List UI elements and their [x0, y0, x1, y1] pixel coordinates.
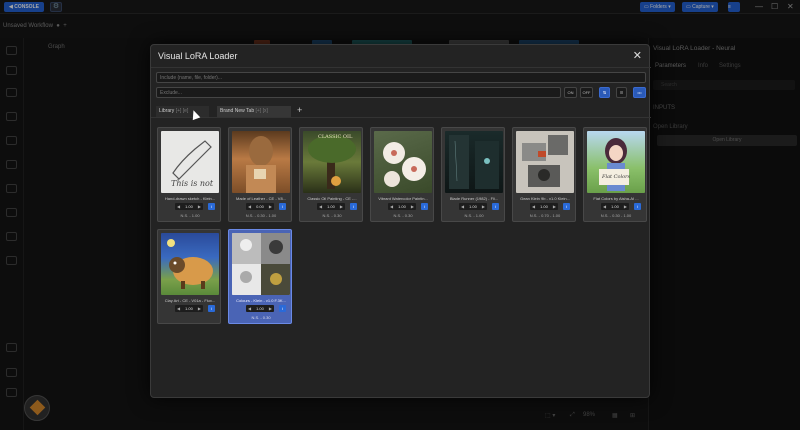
lora-card[interactable]: Colours - Klein - v1.0 F.3K... ◀ 1.00 ▶ i … — [228, 229, 292, 324]
strength-note: N.S. - 0.30 — [322, 213, 342, 218]
lora-thumbnail — [374, 131, 432, 193]
lora-title: Colours - Klein - v1.0 F.3K... — [236, 298, 286, 303]
lora-loader-dialog: Visual LoRA Loader ✕ ON OFF ⇅ ☰ ••• Libr… — [150, 44, 651, 398]
lora-card[interactable]: Clay Art - CE - V01a - Flux... ◀ 1.00 ▶ i — [157, 229, 221, 324]
lora-card[interactable]: Blade Runner (1982) - Fli... ◀ 1.00 ▶ i N.… — [441, 127, 505, 222]
lora-card[interactable]: This is not Hand-drawn sketch - Klein...… — [157, 127, 221, 222]
lora-title: Vibrant Watercolor Paintin... — [378, 196, 428, 201]
strength-stepper[interactable]: ◀ 1.00 ▶ — [530, 203, 558, 210]
strength-value: 1.00 — [327, 204, 335, 209]
exclude-search-input[interactable] — [156, 87, 561, 98]
strength-stepper[interactable]: ◀ 1.00 ▶ — [317, 203, 345, 210]
strength-value: 1.00 — [469, 204, 477, 209]
strength-value: 1.00 — [256, 306, 264, 311]
lora-thumbnail — [161, 233, 219, 295]
info-icon[interactable]: i — [279, 203, 286, 210]
info-icon[interactable]: i — [279, 305, 286, 312]
tab-brand-new-controls[interactable]: [+] [x] — [256, 108, 268, 114]
strength-note: N.S. - 0.30 - 1.00 — [600, 213, 632, 218]
lora-title: Made of Leather - CE - V8... — [235, 196, 287, 201]
strength-value: 0.00 — [256, 204, 264, 209]
list-icon[interactable]: ☰ — [616, 87, 627, 98]
lora-card[interactable]: Made of Leather - CE - V8... ◀ 0.00 ▶ i N.… — [228, 127, 292, 222]
tab-divider — [151, 117, 651, 118]
lora-card[interactable]: Gean Klein 9b - v1.0 Klein... ◀ 1.00 ▶ i N… — [512, 127, 576, 222]
info-icon[interactable]: i — [563, 203, 570, 210]
more-icon[interactable]: ••• — [633, 87, 646, 98]
strength-value: 1.00 — [398, 204, 406, 209]
info-icon[interactable]: i — [350, 203, 357, 210]
tab-library-label: Library — [159, 108, 175, 114]
lora-thumbnail — [232, 233, 290, 295]
lora-thumbnail: This is not — [161, 131, 219, 193]
tab-brand-new[interactable]: Brand New Tab [+] [x] — [217, 106, 291, 117]
lora-card[interactable]: Flat Colors Flat Colors by Aisha-AI ... … — [583, 127, 647, 222]
strength-stepper[interactable]: ◀ 1.00 ▶ — [459, 203, 487, 210]
tab-library[interactable]: Library [+] [e] — [156, 106, 209, 117]
lora-title: Flat Colors by Aisha-AI ... — [593, 196, 639, 201]
add-tab-button[interactable]: + — [297, 105, 302, 115]
strength-value: 1.00 — [185, 204, 193, 209]
lora-thumbnail — [516, 131, 574, 193]
strength-note: N.S. - 0.30 — [251, 315, 271, 320]
info-icon[interactable]: i — [421, 203, 428, 210]
lora-title: Gean Klein 9b - v1.0 Klein... — [520, 196, 570, 201]
strength-note: N.S. - 0.30 — [393, 213, 413, 218]
lora-thumbnail — [445, 131, 503, 193]
lora-card[interactable]: CLASSIC OIL Classic Oil Painting - CE -.… — [299, 127, 363, 222]
lora-thumbnail — [232, 131, 290, 193]
info-icon[interactable]: i — [492, 203, 499, 210]
off-button[interactable]: OFF — [580, 87, 593, 98]
strength-note: N.S. - 0.30 - 1.00 — [245, 213, 277, 218]
strength-stepper[interactable]: ◀ 1.00 ▶ — [175, 305, 203, 312]
strength-value: 1.00 — [540, 204, 548, 209]
strength-value: 1.00 — [611, 204, 619, 209]
close-icon[interactable]: ✕ — [633, 49, 642, 62]
strength-stepper[interactable]: ◀ 1.00 ▶ — [175, 203, 203, 210]
sort-icon[interactable]: ⇅ — [599, 87, 610, 98]
lora-thumbnail: Flat Colors — [587, 131, 645, 193]
strength-stepper[interactable]: ◀ 1.00 ▶ — [388, 203, 416, 210]
include-search-input[interactable] — [156, 72, 646, 83]
strength-note: N.S. - 1.00 — [180, 213, 200, 218]
lora-card[interactable]: Vibrant Watercolor Paintin... ◀ 1.00 ▶ i N… — [370, 127, 434, 222]
strength-stepper[interactable]: ◀ 1.00 ▶ — [601, 203, 629, 210]
lora-thumbnail: CLASSIC OIL — [303, 131, 361, 193]
on-button[interactable]: ON — [564, 87, 577, 98]
strength-value: 1.00 — [185, 306, 193, 311]
svg-text:Flat Colors: Flat Colors — [601, 174, 630, 180]
tab-library-controls[interactable]: [+] [e] — [176, 108, 189, 114]
strength-stepper[interactable]: ◀ 0.00 ▶ — [246, 203, 274, 210]
lora-title: Blade Runner (1982) - Fli... — [449, 196, 499, 201]
info-icon[interactable]: i — [208, 203, 215, 210]
tab-brand-new-label: Brand New Tab — [220, 108, 255, 114]
lora-title: Classic Oil Painting - CE -... — [307, 196, 357, 201]
dialog-title: Visual LoRA Loader — [158, 51, 238, 61]
strength-stepper[interactable]: ◀ 1.00 ▶ — [246, 305, 274, 312]
strength-note: N.S. - 0.70 - 1.00 — [529, 213, 561, 218]
lora-title: Hand-drawn sketch - Klein... — [164, 196, 216, 201]
svg-text:This is not: This is not — [171, 179, 214, 188]
info-icon[interactable]: i — [634, 203, 641, 210]
strength-note: N.S. - 1.00 — [464, 213, 484, 218]
svg-text:CLASSIC OIL: CLASSIC OIL — [318, 134, 353, 140]
divider — [151, 67, 651, 68]
info-icon[interactable]: i — [208, 305, 215, 312]
lora-title: Clay Art - CE - V01a - Flux... — [164, 298, 216, 303]
